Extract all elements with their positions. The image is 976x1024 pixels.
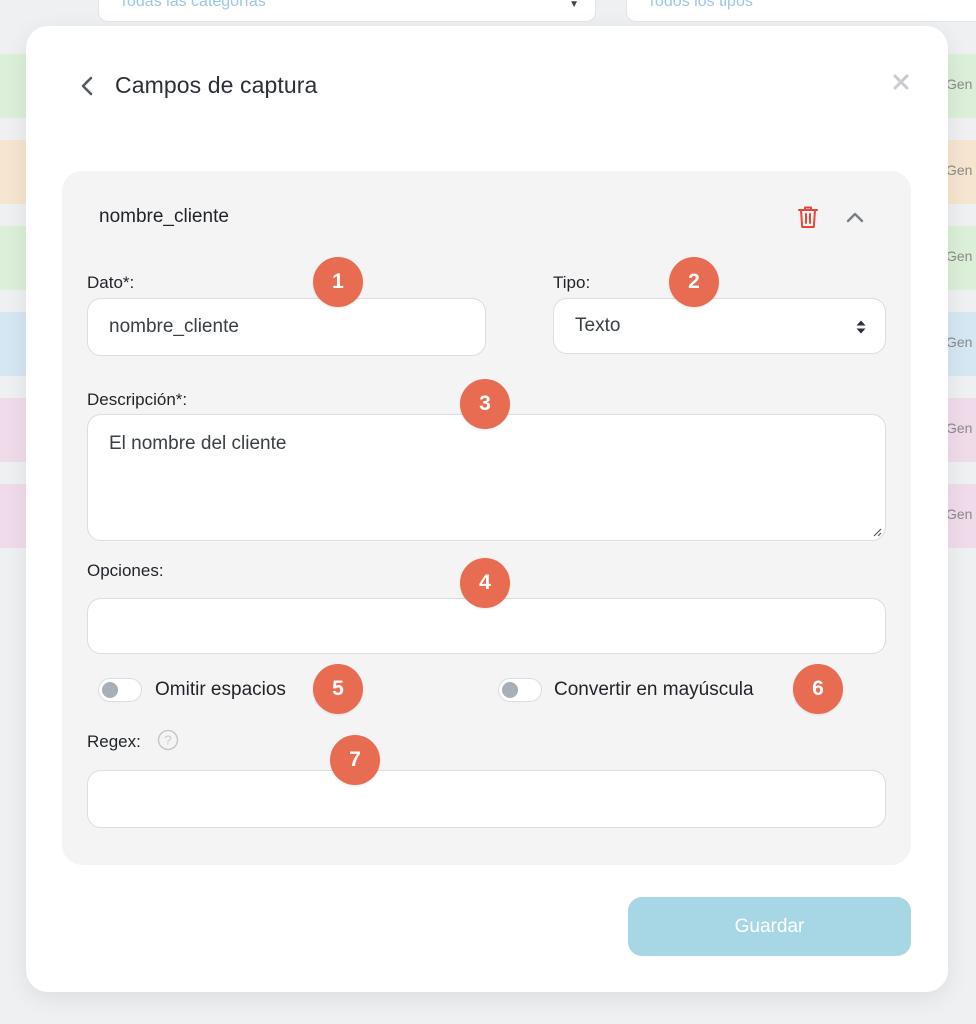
convertir-mayuscula-toggle[interactable]	[498, 678, 542, 702]
background-type-filter-text: Todos los tipos	[647, 0, 753, 10]
save-button[interactable]: Guardar	[628, 897, 911, 956]
background-type-filter: Todos los tipos	[626, 0, 976, 22]
convertir-mayuscula-label: Convertir en mayúscula	[554, 679, 754, 700]
resize-handle-icon[interactable]	[872, 527, 882, 537]
regex-input[interactable]	[87, 770, 886, 828]
annotation-badge-2: 2	[669, 257, 719, 307]
tipo-select[interactable]: Texto	[553, 298, 886, 354]
field-card: nombre_cliente Dato*: Tipo: Texto Descri…	[62, 171, 911, 865]
background-row-label: Gen	[946, 506, 973, 522]
dato-input[interactable]	[87, 298, 486, 356]
omitir-espacios-toggle[interactable]	[98, 678, 142, 702]
background-row-label: Gen	[946, 162, 973, 178]
question-circle-icon[interactable]: ?	[157, 729, 179, 751]
select-arrows-icon	[856, 320, 866, 334]
capture-fields-modal: Campos de captura nombre_cliente Dato*: …	[26, 26, 948, 992]
background-category-filter: Todas las categorías ▼	[98, 0, 596, 22]
dato-label: Dato*:	[87, 273, 135, 292]
modal-title: Campos de captura	[115, 72, 318, 98]
background-category-filter-text: Todas las categorías	[119, 0, 266, 10]
omitir-espacios-label: Omitir espacios	[155, 679, 286, 700]
opciones-label: Opciones:	[87, 561, 164, 580]
background-row-label: Gen	[946, 248, 973, 264]
background-row-label: Gen	[946, 420, 973, 436]
toggle-knob	[102, 682, 118, 698]
trash-icon[interactable]	[796, 204, 820, 230]
background-row-label: Gen	[946, 76, 973, 92]
annotation-badge-1: 1	[313, 257, 363, 307]
close-icon[interactable]	[890, 71, 912, 93]
annotation-badge-6: 6	[793, 664, 843, 714]
tipo-label: Tipo:	[553, 273, 591, 292]
background-caret-icon: ▼	[569, 0, 579, 10]
chevron-left-icon[interactable]	[76, 74, 100, 98]
field-card-title: nombre_cliente	[99, 206, 229, 227]
tipo-select-value: Texto	[575, 315, 621, 336]
annotation-badge-4: 4	[460, 558, 510, 608]
chevron-up-icon[interactable]	[844, 207, 866, 227]
regex-label: Regex:	[87, 732, 141, 751]
descripcion-wrapper: El nombre del cliente	[87, 414, 886, 541]
annotation-badge-3: 3	[460, 379, 510, 429]
descripcion-textarea[interactable]: El nombre del cliente	[87, 414, 886, 541]
toggle-knob	[502, 682, 518, 698]
svg-text:?: ?	[164, 733, 171, 748]
annotation-badge-5: 5	[313, 664, 363, 714]
annotation-badge-7: 7	[330, 735, 380, 785]
background-row-label: Gen	[946, 334, 973, 350]
descripcion-label: Descripción*:	[87, 390, 188, 409]
